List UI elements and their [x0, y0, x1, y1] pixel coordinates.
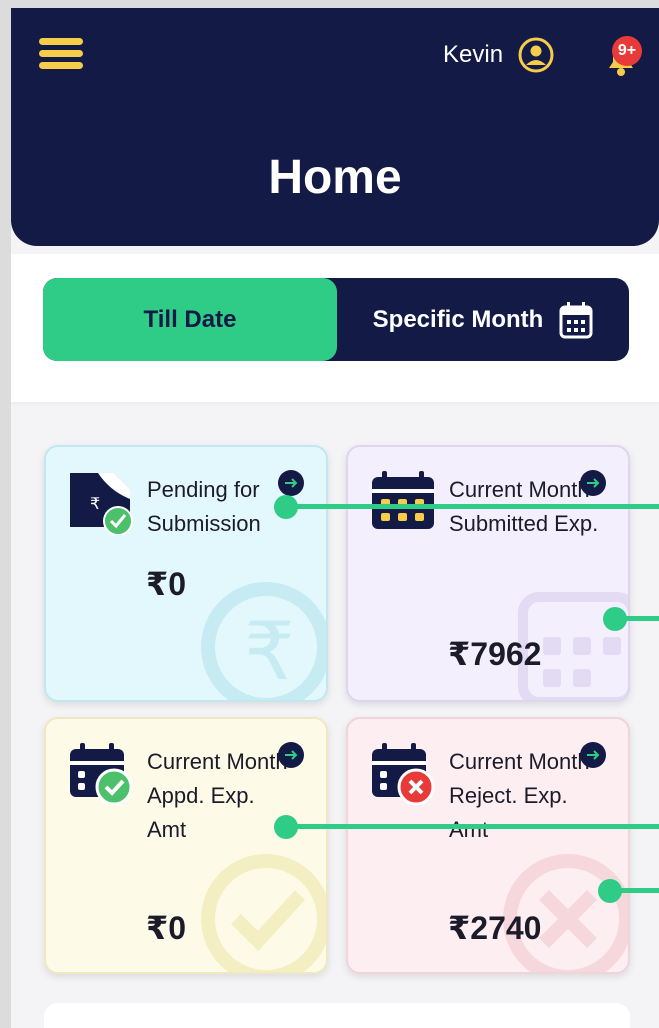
card-amount: ₹0	[146, 910, 187, 946]
cross-watermark-icon	[503, 854, 628, 972]
annotation-line	[286, 824, 659, 829]
svg-text:₹: ₹	[90, 494, 100, 513]
card-submitted-expense[interactable]: Current Month Submitted Exp. ₹7962	[346, 445, 630, 702]
card-amount: ₹2740	[448, 910, 542, 946]
svg-text:₹: ₹	[244, 605, 295, 698]
arrow-right-icon[interactable]	[277, 741, 305, 769]
arrow-right-icon[interactable]	[579, 469, 607, 497]
calendar-icon	[372, 471, 434, 529]
notification-badge: 9+	[612, 36, 642, 66]
period-toggle-area: Till Date Specific Month	[11, 254, 659, 402]
card-amount: ₹7962	[448, 636, 542, 672]
app-screen: Kevin 9+ Home Till Date Specific Month ₹…	[11, 8, 659, 1028]
header-bar: Kevin 9+ Home	[11, 8, 659, 246]
document-rupee-check-icon: ₹	[70, 473, 133, 535]
card-label: Current Month Reject. Exp. Amt	[449, 749, 590, 842]
card-rejected-expense[interactable]: Current Month Reject. Exp. Amt ₹2740	[346, 717, 630, 974]
hamburger-menu-icon[interactable]	[39, 38, 85, 74]
card-pending-submission[interactable]: ₹ ₹ Pending for Submission ₹0	[44, 445, 328, 702]
page-title: Home	[268, 151, 402, 204]
rupee-watermark-icon: ₹	[201, 582, 326, 700]
annotation-line	[286, 504, 659, 509]
user-name: Kevin	[443, 41, 504, 68]
arrow-right-icon[interactable]	[579, 741, 607, 769]
bottom-card	[44, 1003, 630, 1028]
calendar-icon	[559, 301, 593, 338]
tab-specific-month[interactable]: Specific Month	[337, 278, 629, 361]
user-profile-icon[interactable]	[518, 37, 554, 73]
card-approved-expense[interactable]: Current Month Appd. Exp. Amt ₹0	[44, 717, 328, 974]
calendar-check-icon	[70, 743, 133, 806]
tab-specific-month-label: Specific Month	[372, 305, 544, 333]
check-watermark-icon	[201, 854, 326, 972]
annotation-line	[615, 616, 659, 621]
card-amount: ₹0	[146, 566, 187, 602]
annotation-line	[610, 888, 659, 893]
period-toggle: Till Date Specific Month	[43, 278, 629, 361]
arrow-right-icon[interactable]	[277, 469, 305, 497]
tab-till-date[interactable]: Till Date	[43, 278, 337, 361]
calendar-cross-icon	[372, 743, 435, 806]
